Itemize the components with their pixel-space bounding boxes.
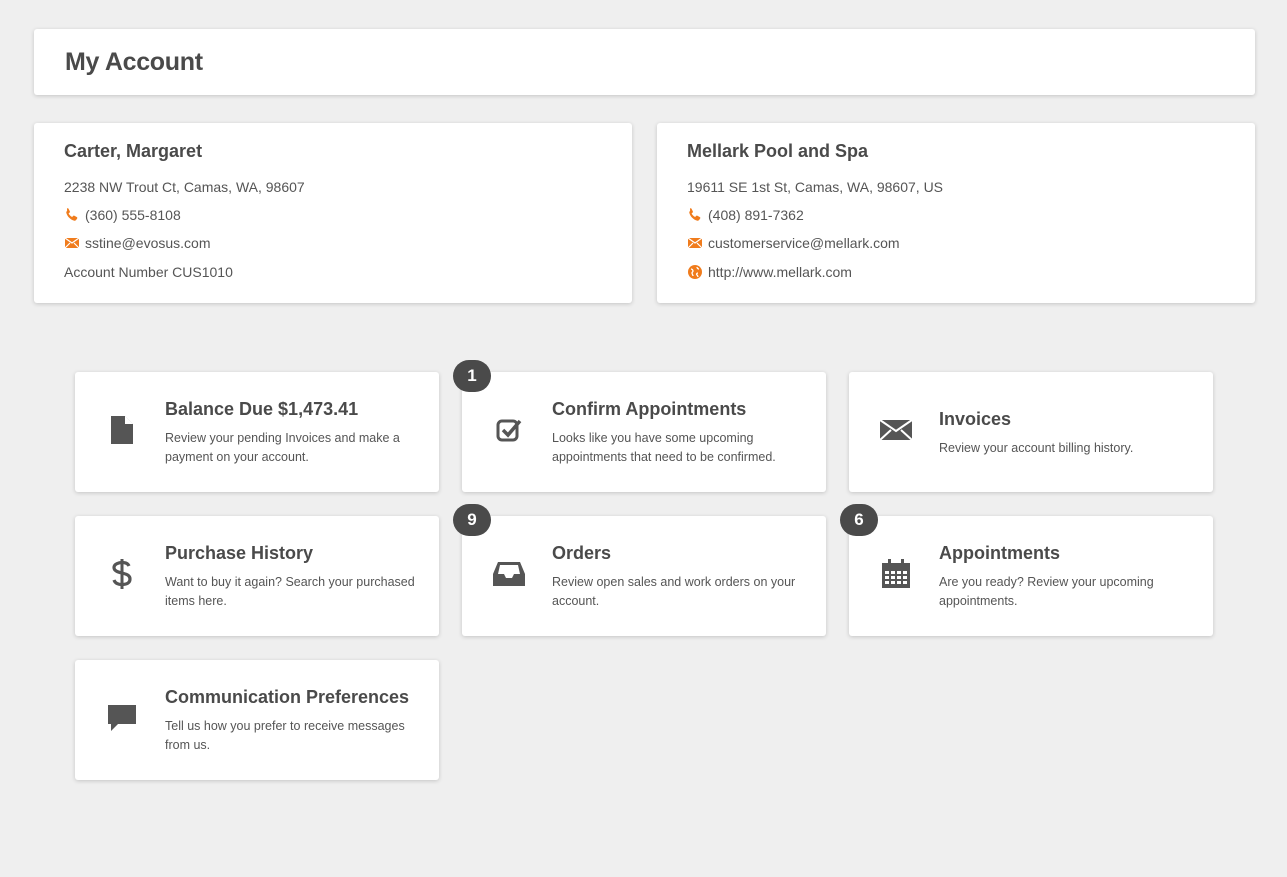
tile-description: Want to buy it again? Search your purcha… xyxy=(165,575,415,608)
inbox-tray-icon xyxy=(490,554,528,594)
company-name: Mellark Pool and Spa xyxy=(687,141,869,161)
tile-title: Communication Preferences xyxy=(165,687,410,707)
company-email-line: customerservice@mellark.com xyxy=(687,235,900,251)
notification-badge: 6 xyxy=(840,504,878,536)
page-title: My Account xyxy=(65,48,203,76)
customer-name: Carter, Margaret xyxy=(64,141,203,161)
mail-icon xyxy=(687,235,703,251)
chat-bubble-icon xyxy=(103,698,141,738)
phone-icon xyxy=(687,207,703,223)
mail-icon xyxy=(64,235,80,251)
notification-badge: 1 xyxy=(453,360,491,392)
tile-title: Balance Due $1,473.41 xyxy=(165,399,359,419)
tile-description: Tell us how you prefer to receive messag… xyxy=(165,719,405,752)
orders-tile[interactable]: Orders Review open sales and work orders… xyxy=(462,516,826,636)
phone-icon xyxy=(64,207,80,223)
company-website[interactable]: http://www.mellark.com xyxy=(708,264,852,280)
tile-title: Confirm Appointments xyxy=(552,399,747,419)
tile-description: Looks like you have some upcoming appoin… xyxy=(552,431,776,464)
checkbox-icon xyxy=(490,410,528,450)
purchase-history-tile[interactable]: Purchase History Want to buy it again? S… xyxy=(75,516,439,636)
customer-phone[interactable]: (360) 555-8108 xyxy=(85,207,181,223)
invoices-tile[interactable]: Invoices Review your account billing his… xyxy=(849,372,1213,492)
globe-icon xyxy=(687,264,703,280)
appointments-tile[interactable]: Appointments Are you ready? Review your … xyxy=(849,516,1213,636)
tile-title: Appointments xyxy=(939,543,1060,563)
envelope-icon xyxy=(877,410,915,450)
dollar-icon xyxy=(103,554,141,594)
company-address: 19611 SE 1st St, Camas, WA, 98607, US xyxy=(687,179,944,195)
tile-title: Purchase History xyxy=(165,543,314,563)
customer-info-card: Carter, Margaret 2238 NW Trout Ct, Camas… xyxy=(34,123,632,303)
company-phone-line: (408) 891-7362 xyxy=(687,207,804,223)
tile-description: Review open sales and work orders on you… xyxy=(552,575,796,608)
company-phone[interactable]: (408) 891-7362 xyxy=(708,207,804,223)
tile-description: Review your pending Invoices and make a … xyxy=(165,431,400,464)
tile-title: Invoices xyxy=(939,409,1012,429)
tile-description: Are you ready? Review your upcoming appo… xyxy=(939,575,1154,608)
communication-preferences-tile[interactable]: Communication Preferences Tell us how yo… xyxy=(75,660,439,780)
page-header: My Account xyxy=(34,29,1255,95)
confirm-appointments-tile[interactable]: Confirm Appointments Looks like you have… xyxy=(462,372,826,492)
customer-address: 2238 NW Trout Ct, Camas, WA, 98607 xyxy=(64,179,305,195)
company-email[interactable]: customerservice@mellark.com xyxy=(708,235,900,251)
company-info-card: Mellark Pool and Spa 19611 SE 1st St, Ca… xyxy=(657,123,1255,303)
company-website-line: http://www.mellark.com xyxy=(687,264,852,280)
customer-email[interactable]: sstine@evosus.com xyxy=(85,235,210,251)
notification-badge: 9 xyxy=(453,504,491,536)
document-icon xyxy=(103,410,141,450)
customer-email-line: sstine@evosus.com xyxy=(64,235,210,251)
balance-due-tile[interactable]: Balance Due $1,473.41 Review your pendin… xyxy=(75,372,439,492)
tile-title: Orders xyxy=(552,543,612,563)
customer-account-number: Account Number CUS1010 xyxy=(64,264,233,280)
customer-phone-line: (360) 555-8108 xyxy=(64,207,181,223)
calendar-icon xyxy=(877,554,915,594)
tile-description: Review your account billing history. xyxy=(939,441,1134,455)
